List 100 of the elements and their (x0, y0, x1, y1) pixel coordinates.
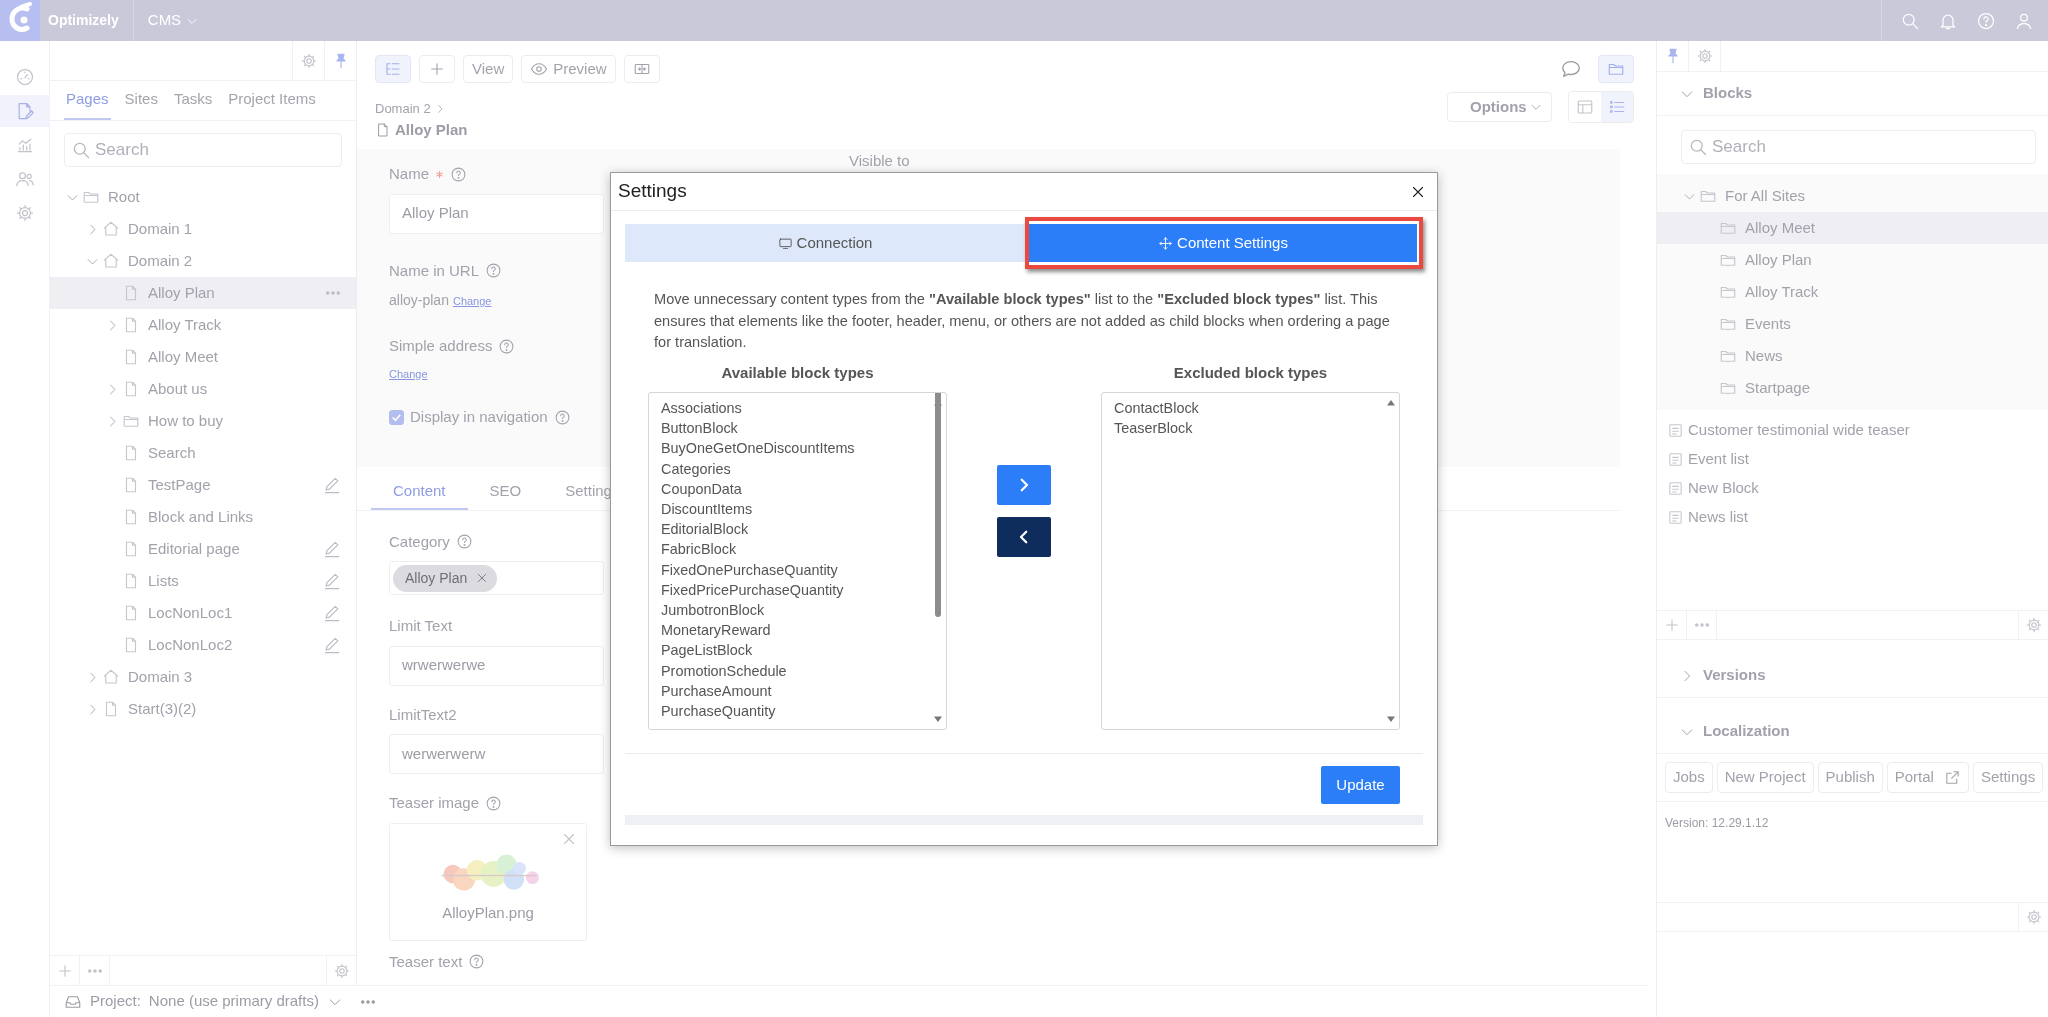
toolbar-button[interactable]: Preview (521, 55, 616, 83)
tree-item[interactable]: Alloy Plan (50, 277, 356, 309)
tree-item[interactable]: Startpage (1657, 372, 2048, 404)
tab[interactable]: Project Items (226, 81, 318, 120)
section-title[interactable]: Localization (1703, 720, 1790, 743)
tree-item[interactable]: How to buy (50, 405, 356, 437)
view-toggle[interactable] (1601, 92, 1633, 122)
tree-item[interactable]: Alloy Meet (1657, 212, 2048, 244)
list-item[interactable]: ButtonBlock (661, 418, 930, 439)
tab[interactable]: Pages (64, 81, 111, 120)
change-link[interactable]: Change (452, 293, 492, 310)
checkbox[interactable] (389, 409, 404, 425)
tree-item[interactable]: LocNonLoc2 (50, 629, 356, 661)
panel-button[interactable]: New Project (1716, 762, 1814, 793)
tree-item[interactable]: Editorial page (50, 533, 356, 565)
gear-icon[interactable] (2024, 616, 2043, 634)
tab[interactable]: SEO (467, 466, 544, 510)
list-item[interactable]: JumbotronBlock (661, 600, 930, 621)
tree-item[interactable]: About us (50, 373, 356, 405)
tree-item[interactable]: Alloy Track (1657, 276, 2048, 308)
help-icon[interactable] (485, 262, 503, 280)
project-selector[interactable]: None (use primary drafts) (148, 990, 319, 1013)
tree-item[interactable]: Search (50, 437, 356, 469)
tag-chip[interactable]: Alloy Plan (393, 564, 498, 592)
section-title[interactable]: Versions (1703, 664, 1766, 687)
icon-button[interactable] (1598, 55, 1634, 83)
list-item[interactable]: CouponData (661, 478, 930, 499)
tree-item[interactable]: Root (50, 181, 356, 213)
input-field[interactable]: wrwerwerwe (389, 645, 604, 686)
options-dropdown[interactable]: Options (1447, 92, 1552, 122)
tag-field[interactable]: Alloy Plan (389, 561, 604, 595)
list-item[interactable]: PurchaseAmount (661, 680, 930, 702)
comment-icon[interactable] (1560, 58, 1582, 80)
tree-item[interactable]: Lists (50, 565, 356, 597)
block-item[interactable]: Customer testimonial wide teaser (1657, 416, 2048, 445)
list-item[interactable]: PageListBlock (661, 640, 930, 661)
list-item[interactable]: ContactBlock (1114, 398, 1383, 419)
tree-item[interactable]: Block and Links (50, 501, 356, 533)
help-icon[interactable] (498, 337, 516, 355)
breadcrumb-link[interactable]: Domain 2 (375, 99, 431, 119)
list-item[interactable]: PurchaseQuantity (661, 701, 930, 722)
tab[interactable]: Content Settings (1029, 224, 1417, 262)
help-icon[interactable] (455, 533, 473, 551)
icon-button[interactable] (623, 55, 660, 83)
section-title[interactable]: Blocks (1703, 82, 1753, 105)
list-box[interactable]: ContactBlock TeaserBlock (1101, 392, 1400, 730)
tab[interactable]: Tasks (171, 81, 215, 120)
list-item[interactable]: BuyOneGetOneDiscountItems (661, 438, 930, 459)
gear-icon[interactable] (332, 961, 351, 980)
tab[interactable]: Content (371, 466, 468, 510)
gear-icon[interactable] (1695, 47, 1714, 65)
tree-item[interactable]: Domain 2 (50, 245, 356, 277)
list-item[interactable]: FabricBlock (661, 539, 930, 560)
help-icon[interactable] (468, 953, 486, 971)
move-left-button[interactable] (997, 516, 1051, 557)
tree-item[interactable]: Domain 3 (50, 661, 356, 693)
update-button[interactable]: Update (1321, 766, 1400, 804)
help-icon[interactable] (450, 165, 467, 183)
gear-icon[interactable] (2024, 908, 2043, 926)
tree-item[interactable]: Alloy Plan (1657, 244, 2048, 276)
panel-button[interactable]: Portal (1886, 762, 1969, 793)
change-link[interactable]: Change (389, 365, 428, 382)
tree-item[interactable]: LocNonLoc1 (50, 597, 356, 629)
tree-item[interactable]: Start(3)(2) (50, 693, 356, 725)
block-item[interactable]: News list (1657, 503, 2048, 532)
help-icon[interactable] (553, 408, 571, 426)
panel-button[interactable]: Publish (1817, 762, 1883, 793)
block-item[interactable]: New Block (1657, 474, 2048, 503)
tab[interactable]: Connection (625, 224, 1025, 262)
block-item[interactable]: Event list (1657, 445, 2048, 474)
list-item[interactable]: MonetaryReward (661, 620, 930, 641)
list-item[interactable]: PromotionSchedule (661, 660, 930, 681)
input-field[interactable]: Alloy Plan (389, 193, 604, 234)
list-item[interactable]: DiscountItems (661, 499, 930, 520)
tree-item[interactable]: Alloy Meet (50, 341, 356, 373)
icon-button[interactable] (375, 55, 411, 83)
tab[interactable]: Sites (122, 81, 160, 120)
tree-item[interactable]: Events (1657, 308, 2048, 340)
tree-item[interactable]: News (1657, 340, 2048, 372)
logo-icon[interactable] (0, 0, 40, 41)
search-field[interactable]: Search (1681, 130, 2036, 164)
tree-item[interactable]: Domain 1 (50, 213, 356, 245)
list-item[interactable]: Associations (661, 398, 930, 419)
list-item[interactable]: FixedOnePurchaseQuantity (661, 559, 930, 580)
icon-button[interactable] (419, 55, 455, 83)
panel-button[interactable]: Settings (1972, 762, 2044, 793)
tree-item[interactable]: Alloy Track (50, 309, 356, 341)
toolbar-button[interactable]: View (463, 55, 514, 83)
nav-button[interactable] (0, 95, 50, 127)
input-field[interactable]: werwerwerw (389, 734, 604, 774)
panel-button[interactable]: Jobs (1665, 762, 1713, 793)
list-box[interactable] (648, 392, 947, 730)
tree-item[interactable]: For All Sites (1657, 180, 2048, 212)
tree-item[interactable]: TestPage (50, 469, 356, 501)
help-icon[interactable] (1976, 10, 1996, 31)
list-item[interactable]: Categories (661, 458, 930, 479)
list-item[interactable]: EditorialBlock (661, 519, 930, 540)
move-right-button[interactable] (997, 464, 1051, 505)
list-item[interactable]: FixedPricePurchaseQuantity (661, 579, 930, 601)
search-field[interactable]: Search (64, 133, 342, 167)
